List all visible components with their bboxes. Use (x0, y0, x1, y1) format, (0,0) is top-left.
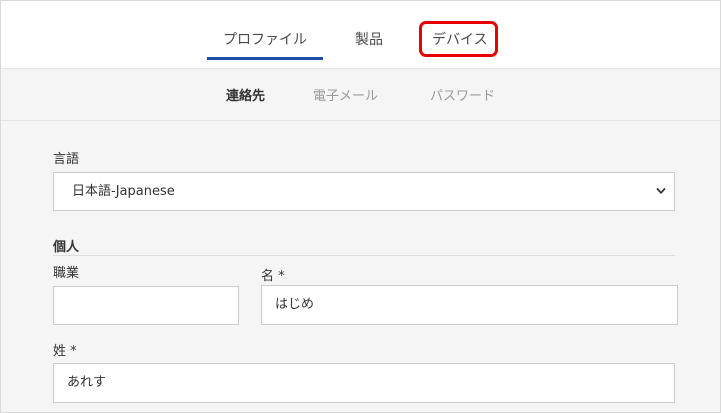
first-name-input[interactable]: はじめ (261, 285, 678, 325)
first-name-value: はじめ (275, 297, 315, 312)
last-name-input[interactable]: あれす (53, 363, 675, 403)
chevron-down-icon (656, 188, 666, 194)
personal-section-title: 個人 (53, 240, 80, 255)
tab-products[interactable]: 製品 (355, 1, 383, 68)
last-name-label: 姓 * (53, 344, 77, 359)
section-divider (53, 255, 675, 256)
job-title-label: 職業 (53, 266, 80, 281)
language-label: 言語 (53, 152, 80, 167)
first-name-label: 名 * (261, 269, 285, 284)
language-select-value: 日本語-Japanese (72, 184, 175, 199)
profile-page: プロファイル 製品 デバイス 連絡先 電子メール パスワード 言語 日本語-Ja… (0, 0, 721, 413)
top-tab-bar: プロファイル 製品 デバイス (1, 1, 720, 69)
language-select[interactable]: 日本語-Japanese (53, 172, 675, 211)
job-title-input[interactable] (53, 286, 239, 325)
last-name-value: あれす (67, 375, 107, 390)
devices-tab-highlight (419, 21, 498, 57)
tab-profile[interactable]: プロファイル (207, 1, 323, 68)
subtab-password[interactable]: パスワード (430, 69, 495, 120)
subtab-contact[interactable]: 連絡先 (226, 69, 265, 120)
subtab-email[interactable]: 電子メール (313, 69, 378, 120)
sub-tab-bar: 連絡先 電子メール パスワード (1, 69, 720, 121)
